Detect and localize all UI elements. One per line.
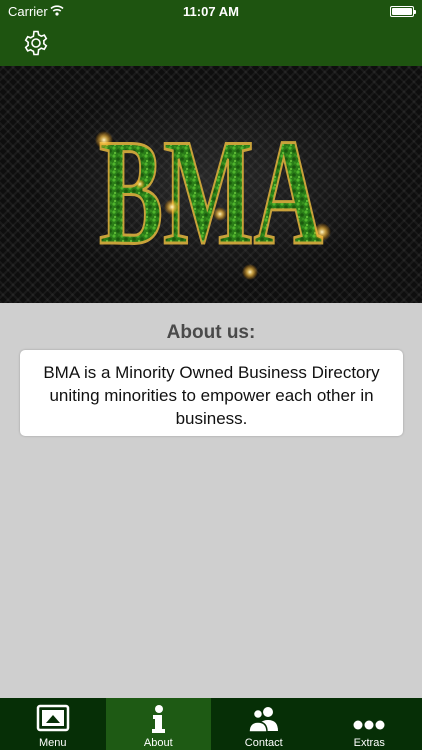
gear-icon[interactable] bbox=[22, 29, 50, 57]
clock: 11:07 AM bbox=[183, 4, 239, 19]
logo-text: BMA bbox=[99, 108, 323, 276]
tab-label: About bbox=[143, 737, 173, 749]
tab-contact[interactable]: Contact bbox=[211, 698, 317, 750]
tab-label: Menu bbox=[38, 737, 67, 749]
battery-icon bbox=[390, 6, 416, 17]
tab-label: Contact bbox=[244, 737, 283, 749]
status-bar: Carrier 11:07 AM bbox=[0, 0, 422, 22]
about-title: About us: bbox=[166, 322, 256, 343]
about-card: BMA is a Minority Owned Business Directo… bbox=[20, 350, 403, 436]
top-bar: Carrier 11:07 AM bbox=[0, 0, 422, 66]
tab-bar: Menu About Contact Extras bbox=[0, 698, 422, 750]
more-icon bbox=[317, 704, 422, 734]
tab-menu[interactable]: Menu bbox=[0, 698, 106, 750]
menu-icon bbox=[0, 704, 106, 734]
tab-extras[interactable]: Extras bbox=[317, 698, 422, 750]
about-description: BMA is a Minority Owned Business Directo… bbox=[43, 363, 380, 428]
bma-logo: BMA bbox=[95, 107, 331, 280]
contact-icon bbox=[211, 704, 317, 734]
tab-about[interactable]: About bbox=[105, 698, 212, 750]
info-icon bbox=[106, 704, 212, 734]
banner-image: BMA bbox=[0, 66, 422, 303]
tab-label: Extras bbox=[353, 737, 385, 749]
